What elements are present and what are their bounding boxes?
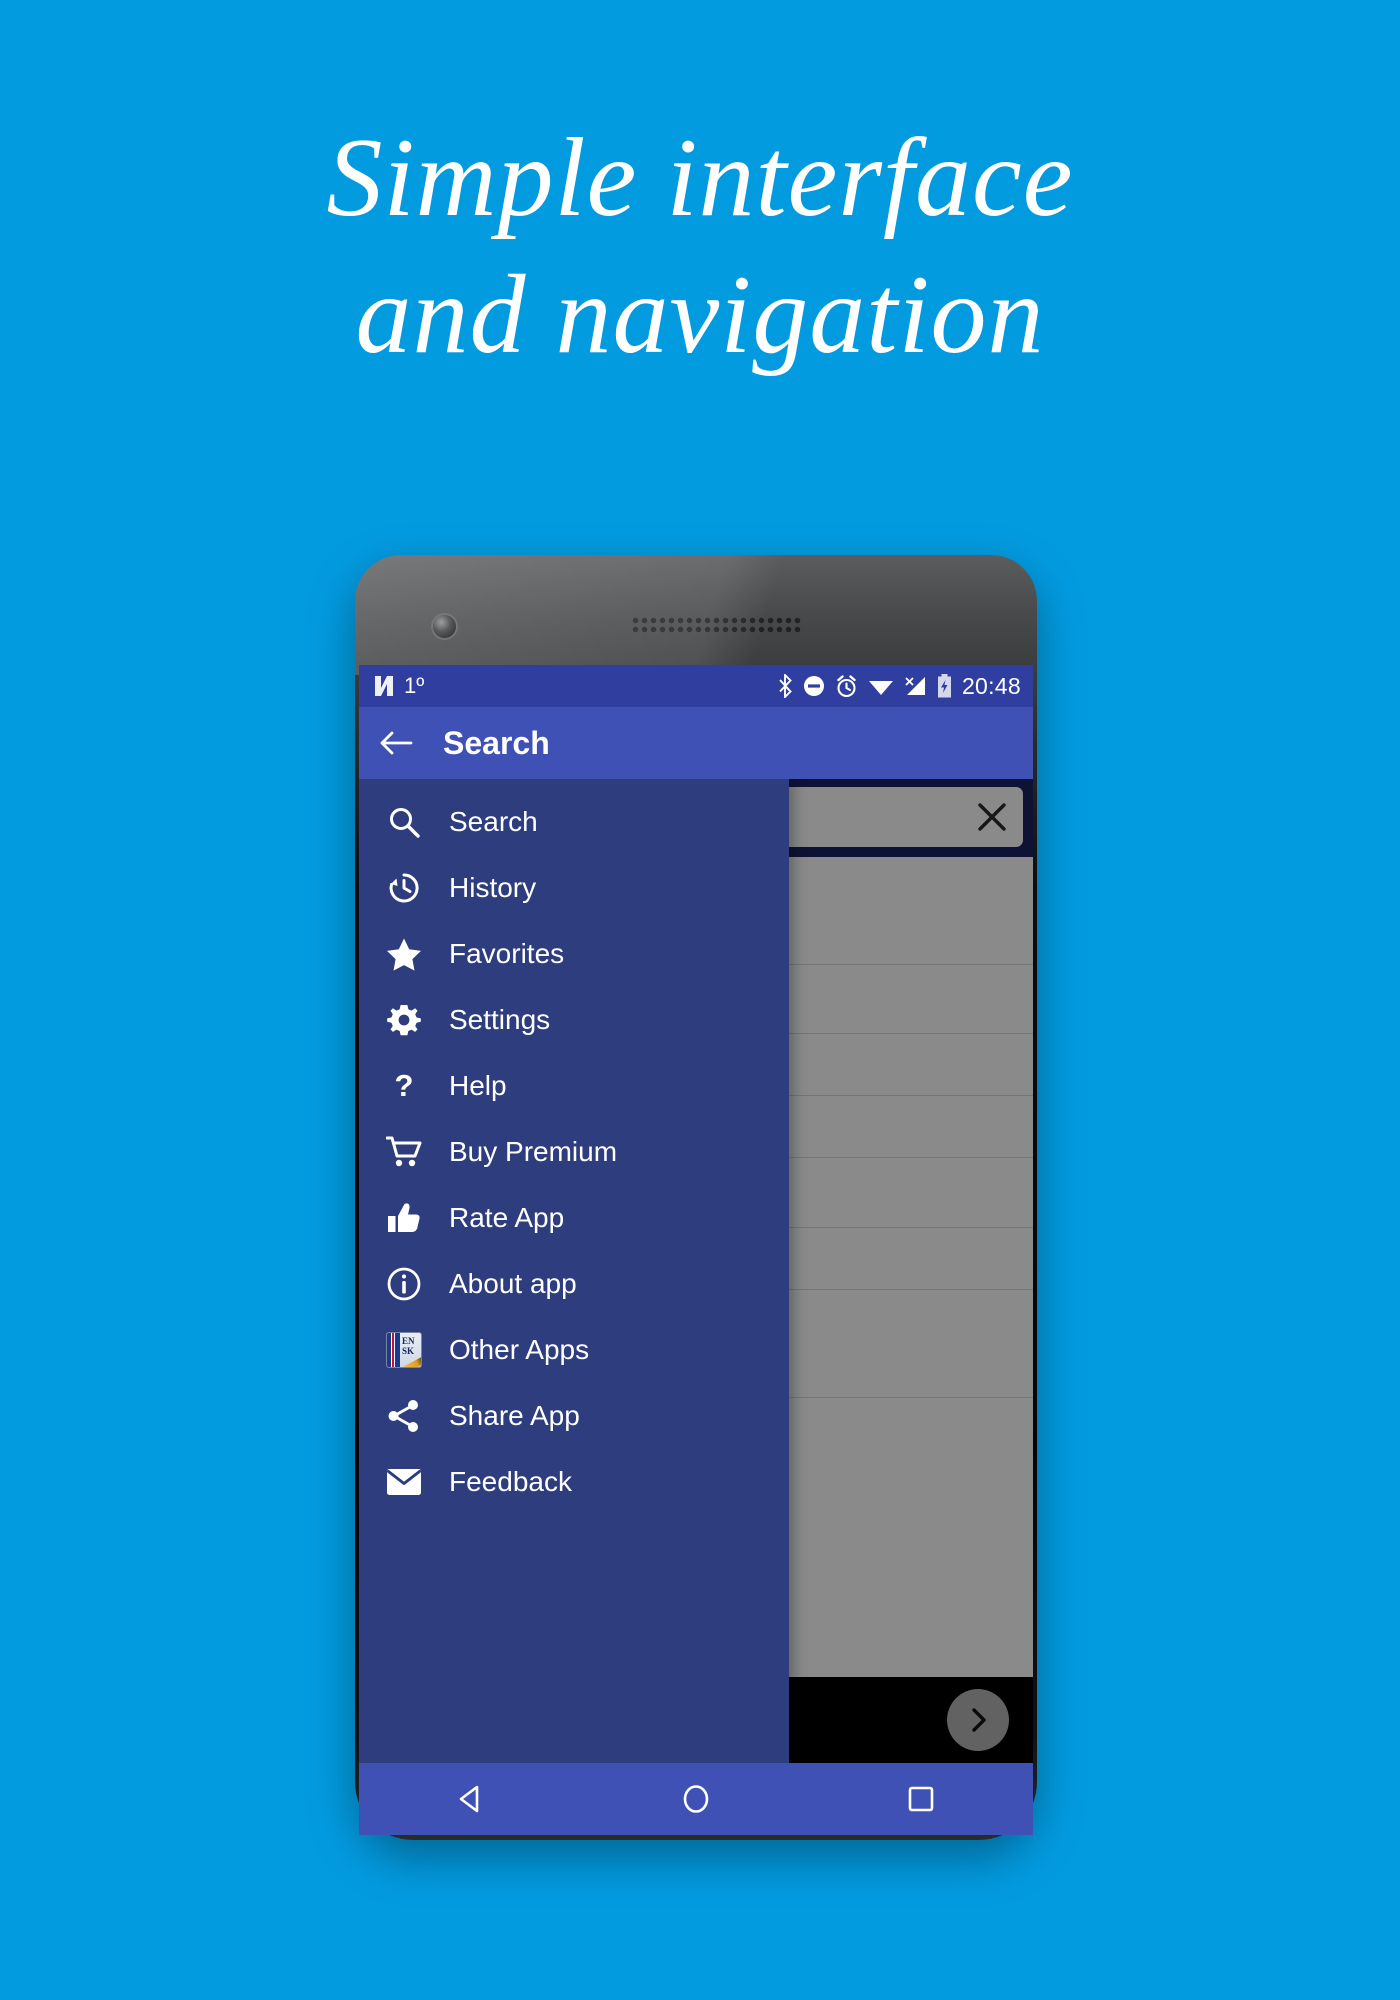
drawer-item-label: Share App (449, 1400, 580, 1431)
drawer-item-label: Settings (449, 1004, 551, 1035)
drawer-item-label: Feedback (449, 1466, 572, 1497)
drawer-item-other-apps[interactable]: EN SK Other Apps (359, 1317, 789, 1383)
drawer-item-label: Search (449, 806, 538, 837)
drawer-item-favorites[interactable]: Favorites (359, 921, 789, 987)
status-bar: 1º 20:48 (359, 665, 1033, 707)
drawer-item-label: Help (449, 1070, 507, 1101)
phone-top-bezel (355, 555, 1037, 665)
status-temperature: 1º (404, 673, 425, 698)
phone-screen: 1º 20:48 Search Search History Favorites… (359, 665, 1033, 1763)
drawer-item-share-app[interactable]: Share App (359, 1383, 789, 1449)
drawer-item-label: Favorites (449, 938, 565, 969)
star-icon (385, 935, 423, 973)
app-bar: Search (359, 707, 1033, 779)
svg-text:?: ? (395, 1069, 414, 1103)
status-bar-right: 20:48 (778, 673, 1021, 700)
drawer-item-label: Rate App (449, 1202, 565, 1233)
navigation-drawer: Search History Favorites Settings ? Help… (359, 779, 789, 1763)
history-icon (385, 869, 423, 907)
battery-charging-icon (937, 674, 952, 698)
dictionary-app-icon: EN SK (385, 1331, 423, 1369)
drawer-item-about-app[interactable]: About app (359, 1251, 789, 1317)
drawer-item-rate-app[interactable]: Rate App (359, 1185, 789, 1251)
back-arrow-icon[interactable] (379, 729, 413, 757)
page-title: Simple interface and navigation (326, 116, 1074, 377)
share-icon (385, 1397, 423, 1435)
question-mark-icon: ? (385, 1067, 423, 1105)
front-camera-icon (433, 615, 456, 638)
drawer-item-history[interactable]: History (359, 855, 789, 921)
phone-mockup: 1º 20:48 Search Search History Favorites… (355, 555, 1037, 1840)
app-bar-title: Search (443, 724, 550, 761)
status-clock: 20:48 (961, 672, 1021, 699)
info-circle-icon (385, 1265, 423, 1303)
status-bar-left: 1º (373, 673, 424, 699)
earpiece-speaker-icon (631, 616, 801, 635)
drawer-item-search[interactable]: Search (359, 789, 789, 855)
android-navigation-bar (359, 1763, 1033, 1835)
do-not-disturb-icon (803, 675, 825, 697)
drawer-item-help[interactable]: ? Help (359, 1053, 789, 1119)
alarm-icon (835, 674, 858, 698)
thumbs-up-icon (385, 1199, 423, 1237)
square-recents-icon[interactable] (884, 1763, 958, 1835)
search-icon (385, 803, 423, 841)
drawer-item-settings[interactable]: Settings (359, 987, 789, 1053)
cell-signal-icon (904, 676, 927, 696)
nougat-n-icon (373, 674, 395, 698)
shopping-cart-icon (385, 1133, 423, 1171)
triangle-back-icon[interactable] (434, 1763, 508, 1835)
drawer-item-label: Other Apps (449, 1334, 590, 1365)
drawer-item-feedback[interactable]: Feedback (359, 1449, 789, 1515)
circle-home-icon[interactable] (659, 1763, 733, 1835)
drawer-item-label: Buy Premium (449, 1136, 618, 1167)
wifi-icon (868, 676, 894, 696)
envelope-icon (385, 1463, 423, 1501)
drawer-item-label: History (449, 872, 537, 903)
drawer-item-label: About app (449, 1268, 577, 1299)
bluetooth-icon (778, 674, 793, 698)
gear-icon (385, 1001, 423, 1039)
drawer-item-buy-premium[interactable]: Buy Premium (359, 1119, 789, 1185)
